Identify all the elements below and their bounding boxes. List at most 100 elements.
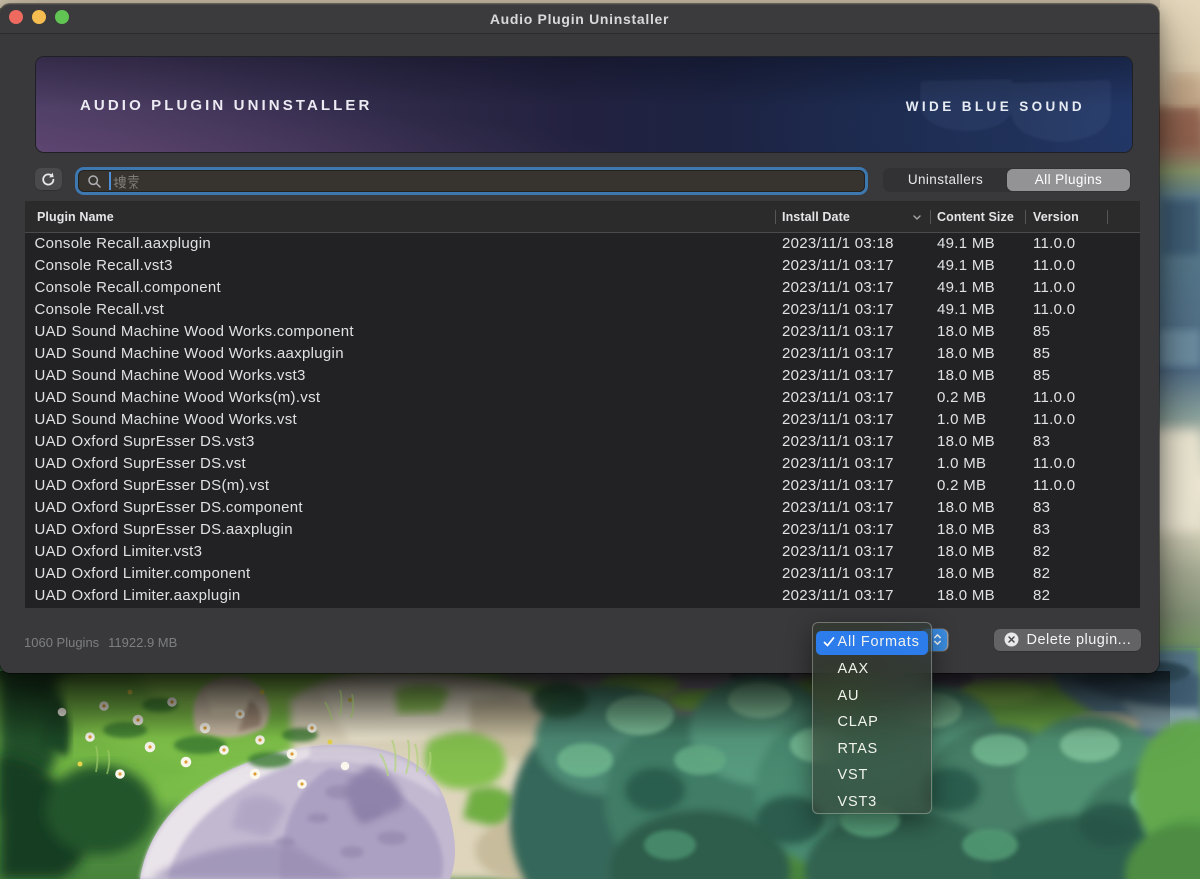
banner-brand: WIDE BLUE SOUND (906, 57, 1085, 152)
total-size: 11922.9 MB (108, 635, 177, 650)
cell-content-size: 49.1 MB (937, 255, 995, 277)
app-window: Audio Plugin Uninstaller AUDIO PLUGIN UN… (0, 4, 1159, 673)
popup-chevrons-icon (933, 633, 942, 646)
column-header-version[interactable]: Version (1033, 201, 1079, 233)
plugin-count: 1060 Plugins (24, 635, 99, 650)
format-filter-menu: All Formats AAX AU CLAP RTAS VST (812, 622, 933, 815)
cell-content-size: 1.0 MB (937, 453, 986, 475)
window-title: Audio Plugin Uninstaller (0, 4, 1159, 34)
menu-item-label: VST3 (838, 794, 877, 810)
cell-plugin-name: Console Recall.vst (35, 299, 165, 321)
refresh-button[interactable] (35, 168, 62, 190)
menu-item-label: AAX (838, 661, 869, 677)
cell-version: 85 (1033, 343, 1050, 365)
cell-content-size: 18.0 MB (937, 519, 995, 541)
cell-plugin-name: UAD Oxford SuprEsser DS.aaxplugin (35, 519, 293, 541)
menu-item-label: CLAP (838, 714, 879, 730)
cell-content-size: 18.0 MB (937, 343, 995, 365)
menu-item-label: VST (838, 767, 869, 783)
table-row[interactable]: Console Recall.vst 2023/11/1 03:17 49.1 … (25, 299, 1140, 321)
segment-all-plugins[interactable]: All Plugins (1007, 169, 1130, 191)
cell-content-size: 18.0 MB (937, 497, 995, 519)
table-row[interactable]: UAD Oxford Limiter.aaxplugin 2023/11/1 0… (25, 585, 1140, 607)
cell-plugin-name: UAD Oxford SuprEsser DS(m).vst (35, 475, 270, 497)
table-row[interactable]: Console Recall.aaxplugin 2023/11/1 03:18… (25, 233, 1140, 255)
cell-install-date: 2023/11/1 03:17 (782, 365, 894, 387)
menu-item[interactable]: All Formats (816, 631, 928, 655)
table-row[interactable]: UAD Sound Machine Wood Works.vst3 2023/1… (25, 365, 1140, 387)
cell-version: 85 (1033, 321, 1050, 343)
cell-install-date: 2023/11/1 03:17 (782, 255, 894, 277)
cell-content-size: 49.1 MB (937, 277, 995, 299)
cell-content-size: 49.1 MB (937, 299, 995, 321)
cell-install-date: 2023/11/1 03:17 (782, 299, 894, 321)
cell-content-size: 18.0 MB (937, 563, 995, 585)
cell-version: 83 (1033, 431, 1050, 453)
cell-version: 11.0.0 (1033, 387, 1075, 409)
search-placeholder (113, 173, 140, 189)
banner-title: AUDIO PLUGIN UNINSTALLER (80, 57, 372, 152)
cell-plugin-name: UAD Sound Machine Wood Works.vst3 (35, 365, 306, 387)
table-row[interactable]: UAD Oxford SuprEsser DS(m).vst 2023/11/1… (25, 475, 1140, 497)
cell-install-date: 2023/11/1 03:17 (782, 453, 894, 475)
table-body: Console Recall.aaxplugin 2023/11/1 03:18… (25, 233, 1140, 607)
titlebar[interactable]: Audio Plugin Uninstaller (0, 4, 1159, 34)
menu-item[interactable]: VST (816, 762, 928, 789)
cell-content-size: 18.0 MB (937, 431, 995, 453)
segment-uninstallers[interactable]: Uninstallers (884, 169, 1007, 191)
table-row[interactable]: UAD Oxford Limiter.vst3 2023/11/1 03:17 … (25, 541, 1140, 563)
column-header-content-size[interactable]: Content Size (937, 201, 1014, 233)
table-row[interactable]: UAD Oxford SuprEsser DS.component 2023/1… (25, 497, 1140, 519)
cell-version: 11.0.0 (1033, 409, 1075, 431)
table-row[interactable]: UAD Sound Machine Wood Works.aaxplugin 2… (25, 343, 1140, 365)
cell-plugin-name: UAD Oxford Limiter.component (35, 563, 251, 585)
cell-version: 11.0.0 (1033, 299, 1075, 321)
search-input[interactable] (78, 170, 865, 192)
table-row[interactable]: UAD Sound Machine Wood Works.component 2… (25, 321, 1140, 343)
cell-content-size: 0.2 MB (937, 475, 986, 497)
cell-plugin-name: UAD Oxford SuprEsser DS.component (35, 497, 303, 519)
cell-plugin-name: Console Recall.aaxplugin (35, 233, 211, 255)
cell-content-size: 1.0 MB (937, 409, 986, 431)
cell-install-date: 2023/11/1 03:17 (782, 431, 894, 453)
menu-item[interactable]: CLAP (816, 709, 928, 736)
cell-install-date: 2023/11/1 03:17 (782, 497, 894, 519)
cell-plugin-name: Console Recall.component (35, 277, 221, 299)
column-separator (1025, 210, 1026, 224)
column-separator (1107, 210, 1108, 224)
table-row[interactable]: UAD Oxford SuprEsser DS.vst3 2023/11/1 0… (25, 431, 1140, 453)
menu-item[interactable]: VST3 (816, 789, 928, 816)
menu-item-label: RTAS (838, 741, 879, 757)
cell-version: 82 (1033, 563, 1050, 585)
cell-content-size: 18.0 MB (937, 365, 995, 387)
cell-version: 82 (1033, 585, 1050, 607)
cell-install-date: 2023/11/1 03:17 (782, 585, 894, 607)
column-header-plugin-name[interactable]: Plugin Name (37, 201, 114, 233)
cell-version: 11.0.0 (1033, 233, 1075, 255)
table-row[interactable]: UAD Oxford Limiter.component 2023/11/1 0… (25, 563, 1140, 585)
plugins-table: Plugin Name Install Date Content Size Ve… (25, 201, 1140, 608)
menu-item[interactable]: AU (816, 683, 928, 710)
sort-indicator-icon (912, 214, 922, 221)
table-row[interactable]: UAD Oxford SuprEsser DS.aaxplugin 2023/1… (25, 519, 1140, 541)
cell-plugin-name: UAD Oxford Limiter.vst3 (35, 541, 203, 563)
column-separator (775, 210, 776, 224)
table-row[interactable]: UAD Sound Machine Wood Works(m).vst 2023… (25, 387, 1140, 409)
cell-version: 83 (1033, 497, 1050, 519)
cell-install-date: 2023/11/1 03:17 (782, 519, 894, 541)
delete-plugin-button[interactable]: Delete plugin... (994, 629, 1142, 651)
cell-plugin-name: UAD Sound Machine Wood Works(m).vst (35, 387, 321, 409)
table-row[interactable]: UAD Oxford SuprEsser DS.vst 2023/11/1 03… (25, 453, 1140, 475)
menu-item[interactable]: RTAS (816, 736, 928, 763)
table-header: Plugin Name Install Date Content Size Ve… (25, 201, 1140, 233)
table-row[interactable]: UAD Sound Machine Wood Works.vst 2023/11… (25, 409, 1140, 431)
table-row[interactable]: Console Recall.vst3 2023/11/1 03:17 49.1… (25, 255, 1140, 277)
cell-content-size: 18.0 MB (937, 585, 995, 607)
menu-item[interactable]: AAX (816, 656, 928, 683)
table-row[interactable]: Console Recall.component 2023/11/1 03:17… (25, 277, 1140, 299)
cell-install-date: 2023/11/1 03:17 (782, 563, 894, 585)
cell-content-size: 18.0 MB (937, 541, 995, 563)
cell-plugin-name: UAD Sound Machine Wood Works.aaxplugin (35, 343, 344, 365)
status-bar: 1060 Plugins 11922.9 MB (24, 635, 177, 650)
column-header-install-date[interactable]: Install Date (782, 201, 850, 233)
